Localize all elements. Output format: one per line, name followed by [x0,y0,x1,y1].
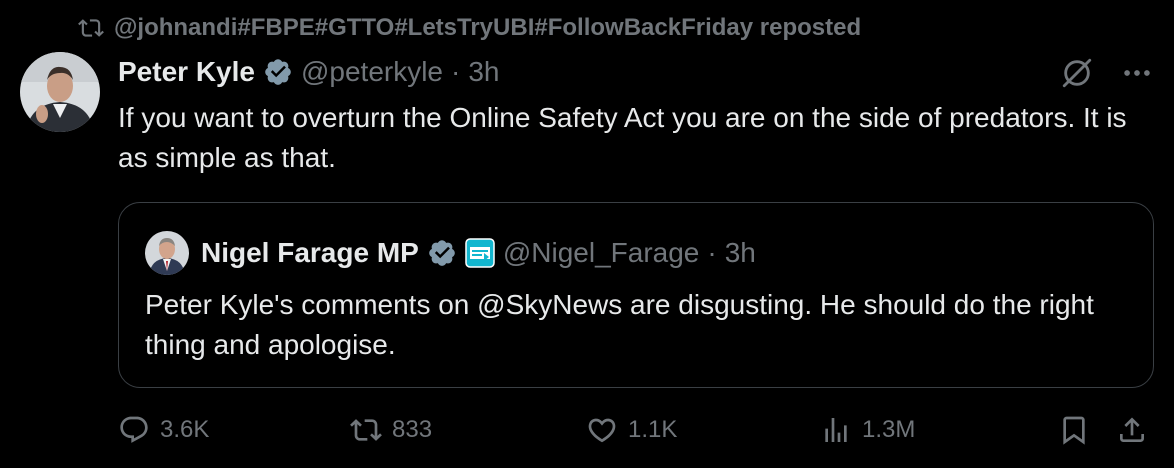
reform-uk-badge-icon[interactable] [465,238,495,268]
reply-icon [120,416,148,443]
quoted-author-handle[interactable]: @Nigel_Farage [503,237,700,269]
author-avatar[interactable] [20,52,100,132]
reply-button[interactable]: 3.6K [118,414,209,446]
separator-dot: · [707,237,717,268]
repost-text: @johnandi#FBPE#GTTO#LetsTryUBI#FollowBac… [114,14,862,41]
author-handle[interactable]: @peterkyle [301,56,443,88]
quoted-header: Nigel Farage MP @Nigel_Farage · 3h [145,231,756,275]
author-name[interactable]: Peter Kyle [118,56,255,88]
quoted-text: Peter Kyle's comments on @SkyNews are di… [145,289,1094,360]
verified-icon[interactable] [427,238,457,268]
repost-icon [350,419,382,441]
repost-count: 833 [392,416,433,443]
grok-icon[interactable] [1060,56,1094,90]
views-icon [825,418,847,442]
heart-icon [588,418,616,443]
tweet-card[interactable]: @johnandi#FBPE#GTTO#LetsTryUBI#FollowBac… [0,0,1174,468]
tweet-time[interactable]: 3h [468,56,499,88]
tweet-top-actions [1060,56,1154,90]
repost-indicator[interactable]: @johnandi#FBPE#GTTO#LetsTryUBI#FollowBac… [78,14,861,42]
verified-icon[interactable] [263,57,293,87]
view-count: 1.3M [862,416,916,443]
bookmark-icon [1063,416,1085,445]
bookmark-button[interactable] [1058,414,1090,446]
like-count: 1.1K [628,416,678,443]
quoted-tweet[interactable]: Nigel Farage MP @Nigel_Farage · 3h Peter… [118,202,1154,388]
share-button[interactable] [1116,414,1148,446]
quoted-time[interactable]: 3h [725,237,756,269]
share-icon [1120,417,1144,442]
tweet-text: If you want to overturn the Online Safet… [118,102,1127,173]
repost-button[interactable]: 833 [350,414,432,446]
reply-count: 3.6K [160,416,210,443]
author-header: Peter Kyle @peterkyle · 3h [118,56,500,88]
tweet-actions-bar: 3.6K 833 1.1K 1.3M [118,414,1158,454]
separator-dot: · [451,56,461,87]
more-options-icon[interactable] [1120,56,1154,90]
repost-icon [78,19,104,37]
quoted-avatar[interactable] [145,231,189,275]
views-button[interactable]: 1.3M [820,414,915,446]
quoted-author-name[interactable]: Nigel Farage MP [201,237,419,269]
like-button[interactable]: 1.1K [586,414,677,446]
